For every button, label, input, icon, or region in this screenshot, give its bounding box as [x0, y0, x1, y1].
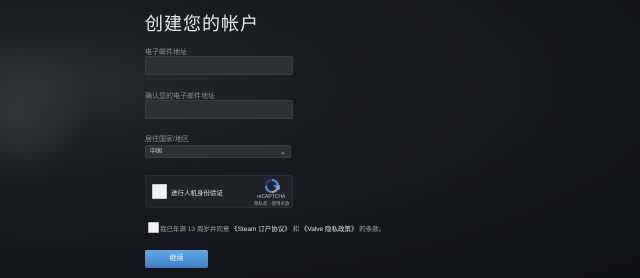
valve-privacy-link[interactable]: 《Valve 隐私政策》 — [301, 226, 358, 233]
recaptcha-terms-link[interactable]: 使用条款 — [272, 201, 290, 206]
recaptcha-label: 进行人机身份验证 — [171, 190, 223, 197]
page-title: 创建您的帐户 — [145, 14, 259, 34]
country-select[interactable]: 中国 ⌄ — [145, 145, 291, 158]
steam-agreement-link[interactable]: 《Steam 订户协议》 — [231, 226, 291, 233]
agreement-checkbox[interactable] — [148, 222, 159, 233]
recaptcha-links: 隐私权 - 使用条款 — [254, 201, 290, 206]
recaptcha-logo-icon — [265, 179, 280, 193]
country-label: 居住国家/地区 — [145, 136, 189, 143]
country-selected-value: 中国 — [150, 149, 163, 155]
recaptcha-privacy-link[interactable]: 隐私权 — [254, 201, 268, 206]
agreement-suffix: 的条款。 — [359, 226, 386, 233]
recaptcha-widget: 进行人机身份验证 reCAPTCHA 隐私权 - 使用条款 — [145, 175, 293, 208]
continue-button[interactable]: 继续 — [145, 250, 208, 268]
agreement-and: 和 — [292, 226, 300, 233]
recaptcha-checkbox[interactable] — [152, 184, 167, 199]
background-decoration — [0, 40, 90, 190]
agreement-row: 我已年满 13 周岁并同意 《Steam 订户协议》 和 《Valve 隐私政策… — [145, 222, 505, 234]
agreement-prefix: 我已年满 13 周岁并同意 — [160, 226, 230, 233]
chevron-down-icon: ⌄ — [280, 149, 286, 156]
agreement-text: 我已年满 13 周岁并同意 《Steam 订户协议》 和 《Valve 隐私政策… — [160, 223, 385, 233]
confirm-email-field[interactable] — [145, 100, 293, 119]
recaptcha-brand: reCAPTCHA — [257, 194, 286, 200]
email-field[interactable] — [145, 56, 293, 75]
